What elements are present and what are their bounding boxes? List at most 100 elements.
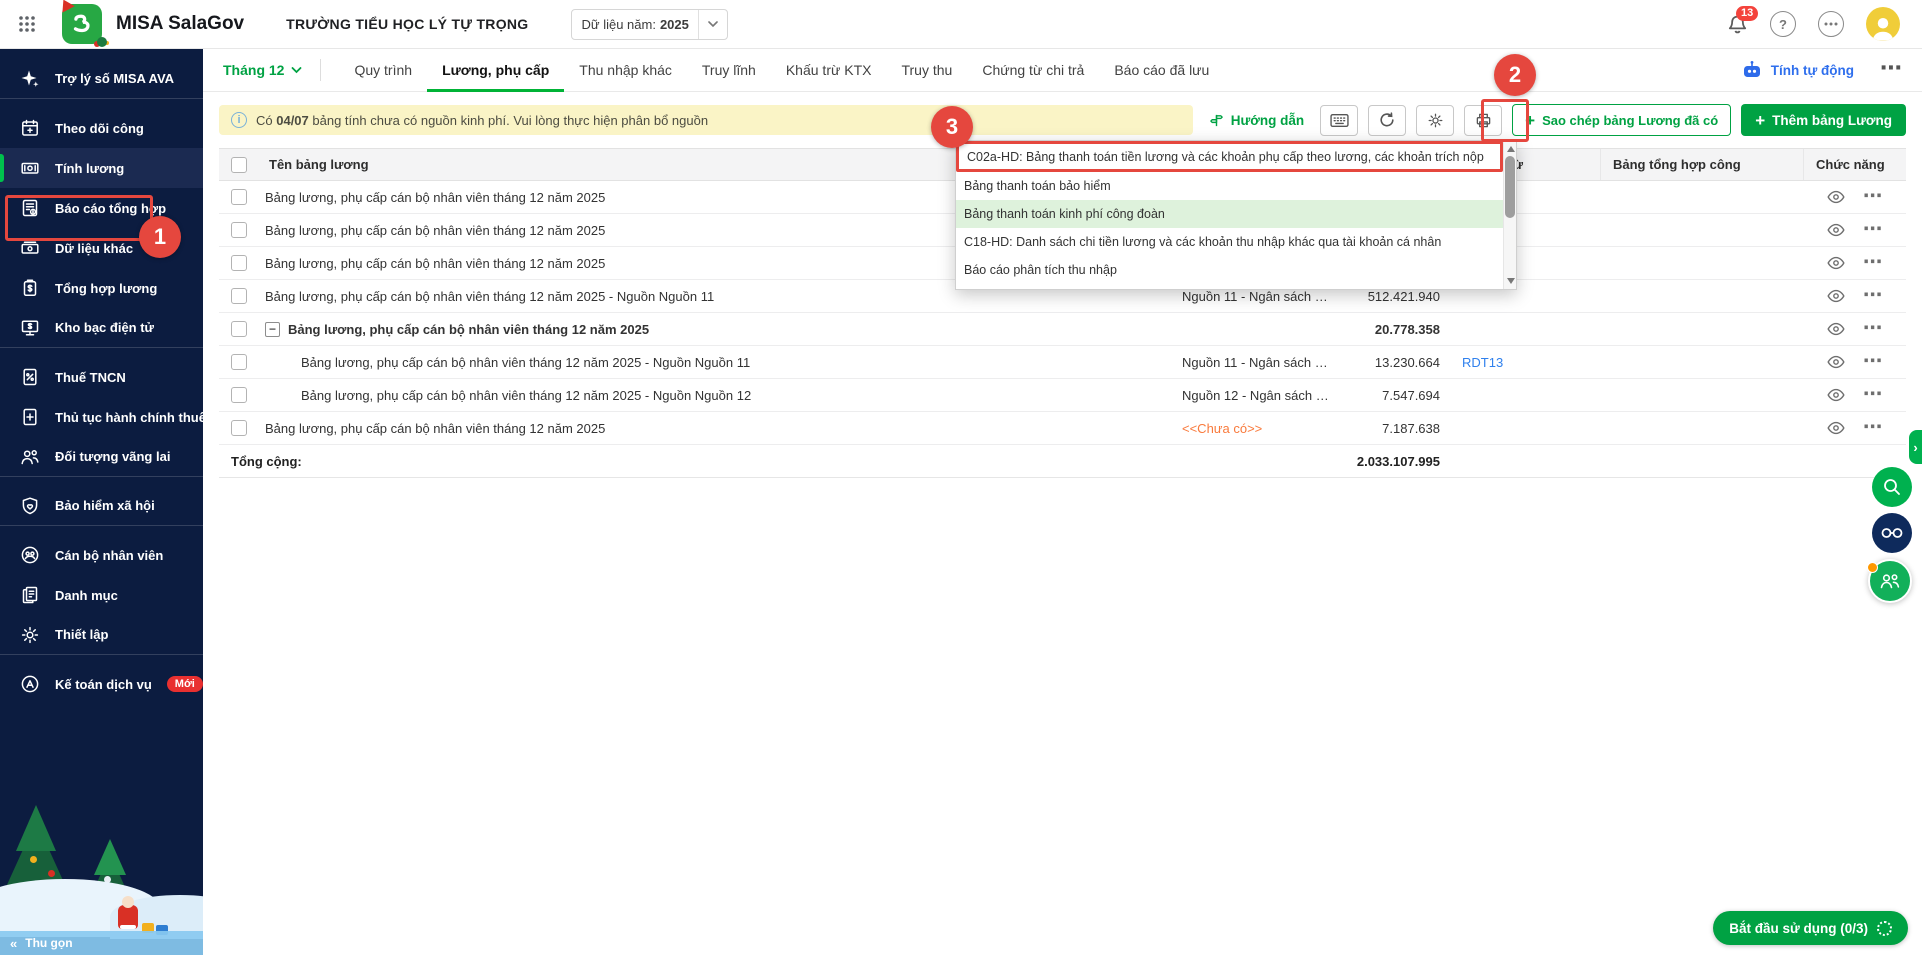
topbar-actions: 13 ?	[1727, 7, 1900, 41]
print-menu-item[interactable]: C02a-HD: Bảng thanh toán tiền lương và c…	[956, 141, 1503, 172]
tab[interactable]: Khấu trừ KTX	[771, 49, 887, 92]
tab[interactable]: Chứng từ chi trả	[967, 49, 1099, 92]
row-more-icon[interactable]	[1863, 322, 1882, 337]
chevron-down-icon[interactable]	[698, 10, 727, 39]
voucher-link[interactable]: RDT13	[1462, 355, 1503, 370]
sidebar-item[interactable]: Kế toán dịch vụ Mới	[0, 664, 203, 704]
personal-tax-icon	[20, 367, 42, 387]
row-more-icon[interactable]	[1863, 421, 1882, 436]
tab-more-menu-icon[interactable]	[1880, 63, 1902, 78]
app-grid-icon[interactable]	[18, 15, 36, 33]
row-checkbox[interactable]	[231, 255, 247, 271]
auto-calc-button[interactable]: Tính tự động	[1741, 59, 1854, 81]
notification-bell-icon[interactable]: 13	[1727, 14, 1748, 35]
sidebar-item[interactable]: Danh mục	[0, 575, 203, 615]
signpost-icon	[1209, 113, 1224, 128]
tab[interactable]: Lương, phụ cấp	[427, 49, 564, 92]
support-view-fab[interactable]	[1872, 513, 1912, 553]
add-payroll-button[interactable]: Thêm bảng Lương	[1741, 104, 1906, 136]
tab[interactable]: Truy lĩnh	[687, 49, 771, 92]
view-icon[interactable]	[1827, 355, 1845, 369]
expand-panel-tab[interactable]: ›	[1909, 430, 1922, 464]
sidebar-item[interactable]: Theo dõi công	[0, 108, 203, 148]
print-menu-item[interactable]: Báo cáo tổng hợp	[956, 284, 1503, 290]
keyboard-shortcut-button[interactable]	[1320, 105, 1358, 136]
view-icon[interactable]	[1827, 256, 1845, 270]
collapse-minus-icon[interactable]	[265, 322, 280, 337]
sidebar-item[interactable]: Tính lương	[0, 148, 203, 188]
row-checkbox[interactable]	[231, 354, 247, 370]
tab[interactable]: Thu nhập khác	[564, 49, 687, 92]
sidebar-item[interactable]: Thủ tục hành chính thuế	[0, 397, 203, 437]
print-menu-item[interactable]: C18-HD: Danh sách chi tiền lương và các …	[956, 228, 1503, 256]
sidebar-item[interactable]: Đối tượng vãng lai	[0, 437, 203, 477]
scroll-up-icon[interactable]	[1507, 146, 1515, 152]
notice-count: 04/07	[276, 113, 309, 128]
print-menu-item[interactable]: Báo cáo phân tích thu nhập	[956, 256, 1503, 284]
sidebar-item[interactable]: Kho bạc điện tử	[0, 308, 203, 348]
month-selector[interactable]: Tháng 12	[223, 62, 302, 78]
guide-link[interactable]: Hướng dẫn	[1209, 113, 1304, 128]
sidebar-item[interactable]: Thuế TNCN	[0, 357, 203, 397]
start-using-button[interactable]: Bắt đầu sử dụng (0/3)	[1713, 911, 1908, 945]
row-more-icon[interactable]	[1863, 388, 1882, 403]
more-options-icon[interactable]	[1818, 11, 1844, 37]
row-more-icon[interactable]	[1863, 190, 1882, 205]
view-icon[interactable]	[1827, 388, 1845, 402]
row-more-icon[interactable]	[1863, 289, 1882, 304]
sidebar-item[interactable]: Trợ lý số MISA AVA	[0, 59, 203, 99]
sidebar-item-label: Danh mục	[55, 588, 118, 603]
row-more-icon[interactable]	[1863, 355, 1882, 370]
community-fab[interactable]	[1868, 559, 1912, 603]
row-checkbox[interactable]	[231, 387, 247, 403]
user-avatar[interactable]	[1866, 7, 1900, 41]
view-icon[interactable]	[1827, 289, 1845, 303]
row-more-icon[interactable]	[1863, 256, 1882, 271]
refresh-button[interactable]	[1368, 105, 1406, 136]
copy-payroll-button[interactable]: Sao chép bảng Lương đã có	[1512, 104, 1731, 136]
collapse-label: Thu gọn	[25, 936, 72, 950]
notice-suffix: bảng tính chưa có nguồn kinh phí. Vui lò…	[309, 113, 708, 128]
tab[interactable]: Quy trình	[339, 49, 427, 92]
glasses-icon	[1881, 527, 1903, 539]
tab[interactable]: Truy thu	[886, 49, 967, 92]
print-menu-item[interactable]: Bảng thanh toán kinh phí công đoàn	[956, 200, 1503, 228]
row-checkbox[interactable]	[231, 222, 247, 238]
view-icon[interactable]	[1827, 223, 1845, 237]
tab[interactable]: Báo cáo đã lưu	[1099, 49, 1224, 92]
funding-source: <<Chưa có>>	[1160, 421, 1330, 436]
data-year-select[interactable]: Dữ liệu năm: 2025	[571, 9, 728, 40]
santa-decoration	[118, 905, 138, 929]
view-icon[interactable]	[1827, 190, 1845, 204]
scroll-down-icon[interactable]	[1507, 278, 1515, 284]
sidebar-item[interactable]: Thiết lập	[0, 615, 203, 655]
settings-button[interactable]	[1416, 105, 1454, 136]
sidebar-item[interactable]: Bảo hiểm xã hội	[0, 486, 203, 526]
collapse-chevron-icon	[10, 936, 17, 951]
sidebar-item[interactable]: Cán bộ nhân viên	[0, 535, 203, 575]
row-checkbox[interactable]	[231, 420, 247, 436]
visitor-icon	[20, 447, 42, 467]
gear-icon	[1427, 112, 1444, 129]
notice-prefix: Có	[256, 113, 276, 128]
row-checkbox[interactable]	[231, 288, 247, 304]
row-checkbox[interactable]	[231, 321, 247, 337]
dropdown-scrollbar[interactable]	[1503, 141, 1516, 289]
sidebar-item-label: Báo cáo tổng hợp	[55, 201, 166, 216]
row-more-icon[interactable]	[1863, 223, 1882, 238]
view-icon[interactable]	[1827, 421, 1845, 435]
print-button[interactable]	[1464, 105, 1502, 136]
view-icon[interactable]	[1827, 322, 1845, 336]
sidebar-collapse-button[interactable]: Thu gọn	[0, 931, 203, 955]
warning-banner: i Có 04/07 bảng tính chưa có nguồn kinh …	[219, 105, 1193, 135]
support-search-fab[interactable]	[1872, 467, 1912, 507]
row-checkbox[interactable]	[231, 189, 247, 205]
annotation-step2: 2	[1494, 54, 1536, 96]
select-all-checkbox[interactable]	[231, 157, 247, 173]
help-icon[interactable]: ?	[1770, 11, 1796, 37]
scrollbar-thumb[interactable]	[1505, 156, 1515, 218]
print-menu-item[interactable]: Bảng thanh toán bảo hiểm	[956, 172, 1503, 200]
sidebar-item[interactable]: Tổng hợp lương	[0, 268, 203, 308]
attendance-calendar-icon	[20, 118, 42, 138]
total-amount: 512.421.940	[1330, 289, 1450, 304]
